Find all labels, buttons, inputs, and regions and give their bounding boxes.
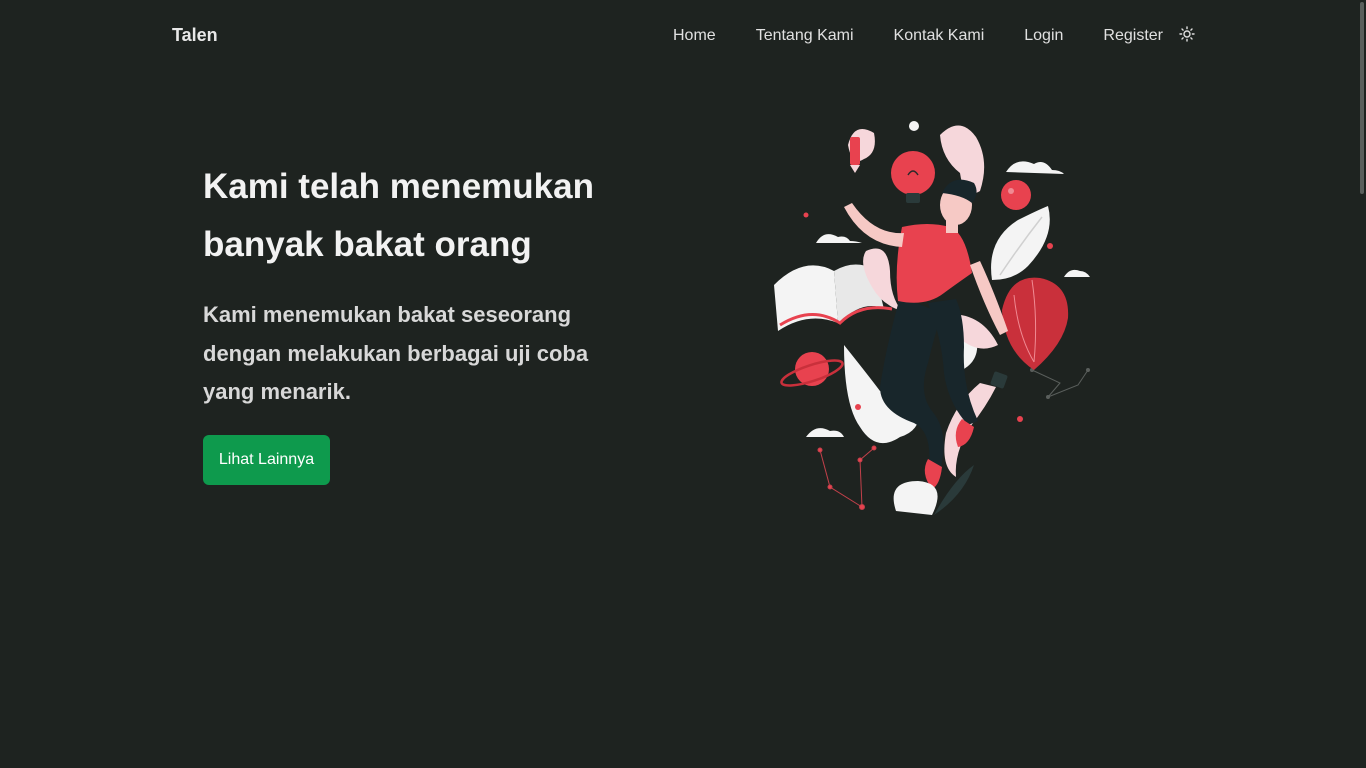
nav-link-login[interactable]: Login — [1024, 27, 1063, 45]
page: Talen Home Tentang Kami Kontak Kami Logi… — [0, 0, 1366, 768]
brand-logo[interactable]: Talen — [172, 25, 218, 46]
nav-link-register[interactable]: Register — [1103, 27, 1163, 45]
hero-illustration — [770, 115, 1110, 535]
nav-link-tentang-kami[interactable]: Tentang Kami — [756, 27, 854, 45]
sun-icon[interactable] — [1179, 26, 1195, 42]
nav-links: Home Tentang Kami Kontak Kami Login Regi… — [673, 26, 1195, 45]
hero-title: Kami telah menemukan banyak bakat orang — [203, 167, 594, 264]
navbar: Talen Home Tentang Kami Kontak Kami Logi… — [0, 0, 1366, 72]
hero-subtitle: Kami menemukan bakat seseorang dengan me… — [203, 302, 589, 404]
scrollbar[interactable] — [1358, 0, 1366, 768]
constellation-icon — [817, 445, 877, 510]
lihat-lainnya-button[interactable]: Lihat Lainnya — [203, 435, 330, 485]
scrollbar-thumb[interactable] — [1360, 2, 1364, 194]
nav-link-kontak-kami[interactable]: Kontak Kami — [894, 27, 985, 45]
nav-link-home[interactable]: Home — [673, 27, 716, 45]
